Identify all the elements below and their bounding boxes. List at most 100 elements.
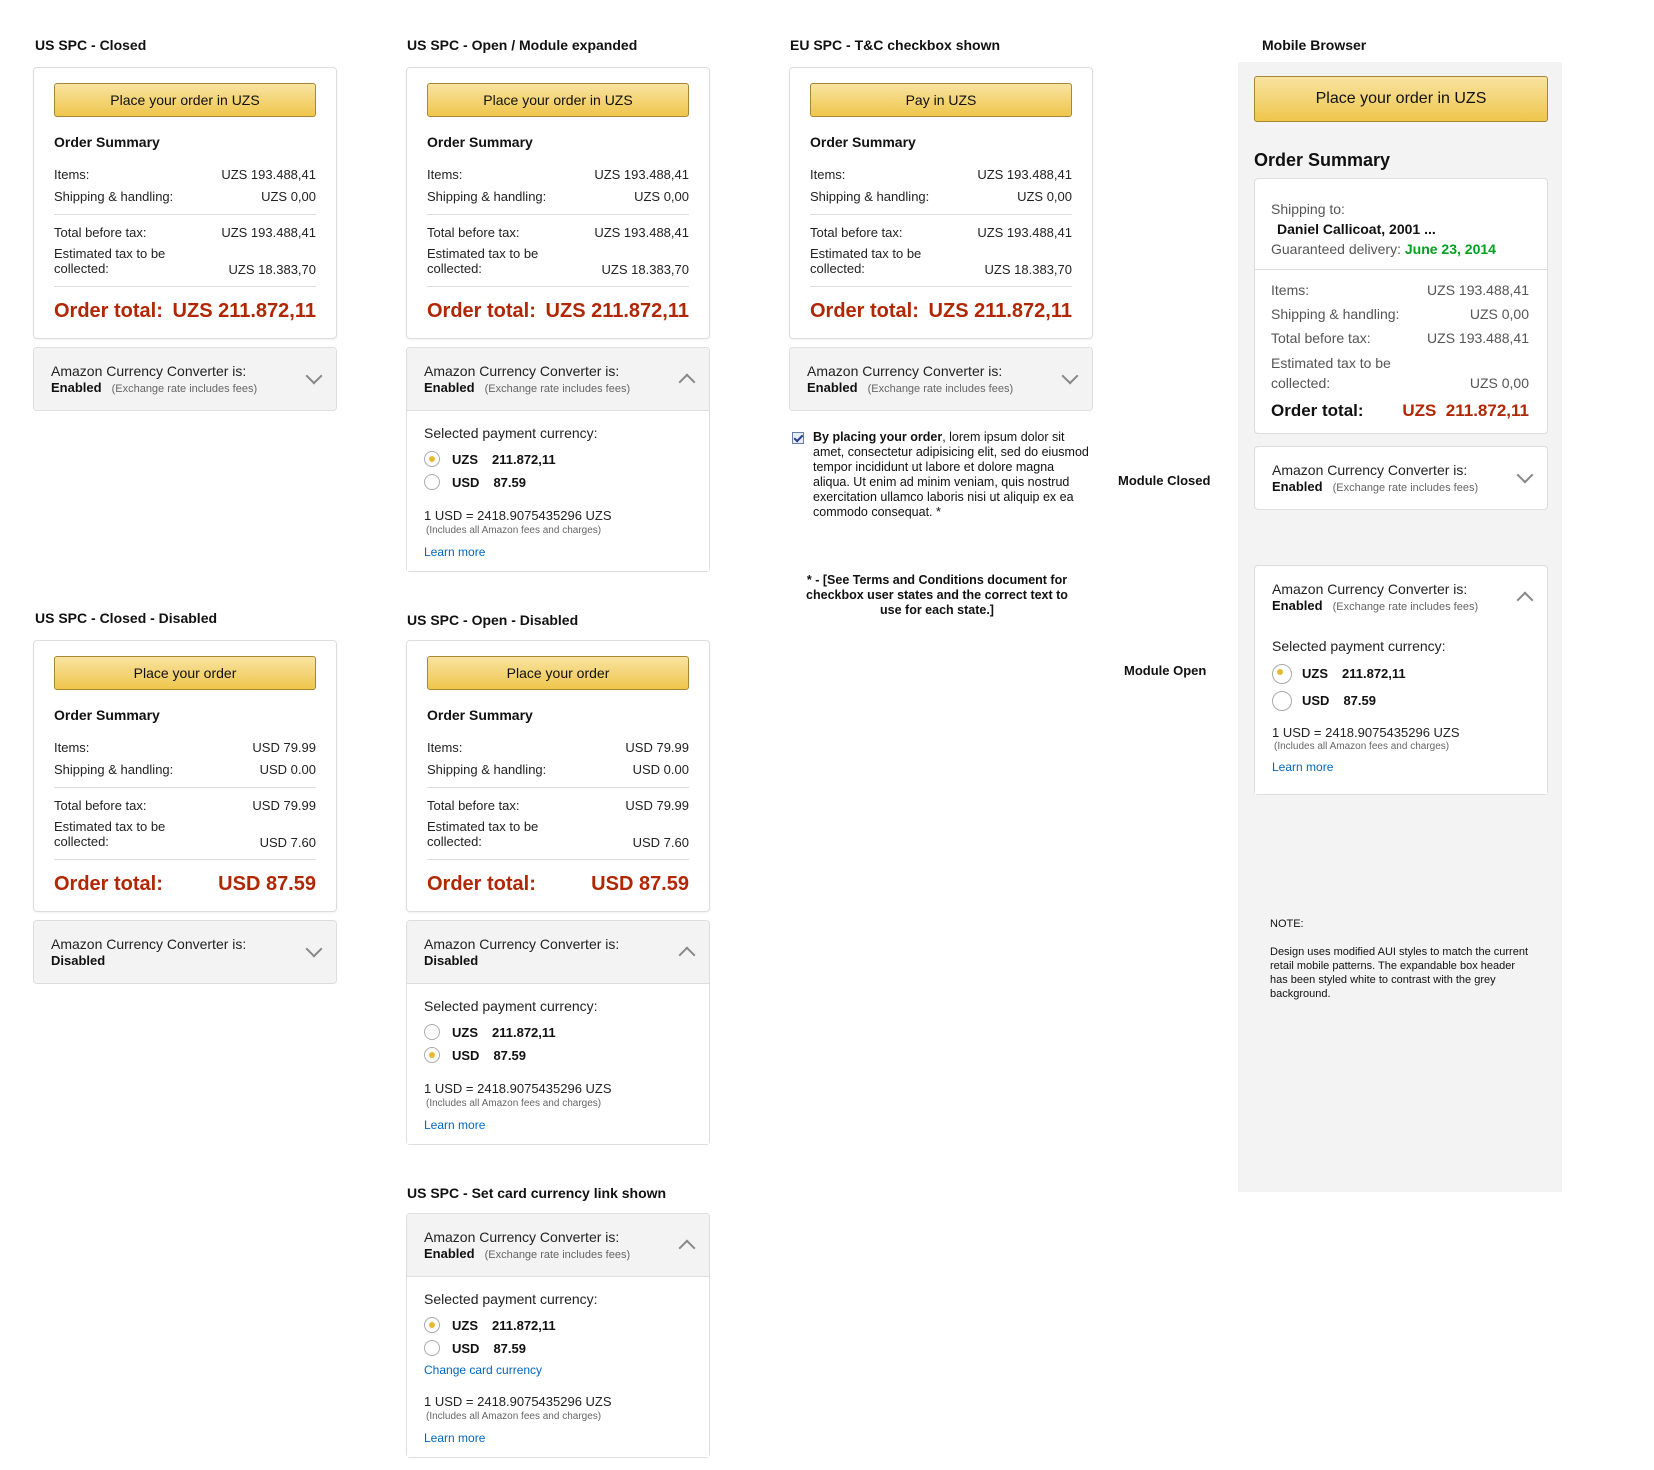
currency-converter-header[interactable]: Amazon Currency Converter is: Enabled (Ex…: [1255, 566, 1547, 628]
exchange-rate-note: (Includes all Amazon fees and charges): [426, 1411, 602, 1422]
items-row: Items: USD 79.99: [54, 740, 316, 755]
radio-uzs[interactable]: [1272, 664, 1292, 684]
currency-converter-header[interactable]: Amazon Currency Converter is: Enabled (Ex…: [34, 348, 336, 410]
learn-more-link[interactable]: Learn more: [424, 1118, 485, 1132]
option-usd[interactable]: USD 87.59: [1302, 693, 1376, 708]
converter-status: Disabled: [424, 953, 479, 968]
converter-label: Amazon Currency Converter is:: [1272, 581, 1468, 597]
radio-usd[interactable]: [1272, 691, 1292, 711]
change-card-currency-link[interactable]: Change card currency: [424, 1363, 542, 1377]
divider: [54, 286, 316, 287]
currency-converter-module: Amazon Currency Converter is: Enabled (Ex…: [406, 1213, 710, 1458]
delivery-row: Guaranteed delivery: June 23, 2014: [1271, 241, 1496, 257]
currency-converter-module: Amazon Currency Converter is: Enabled (Ex…: [789, 347, 1093, 411]
order-summary-title: Order Summary: [427, 134, 533, 150]
shipping-row: Shipping & handling: UZS 0,00: [1271, 306, 1529, 322]
radio-usd[interactable]: [424, 1047, 440, 1063]
currency-converter-body: Selected payment currency: UZS 211.872,11…: [407, 984, 709, 1144]
tax-row: Estimated tax to be collected: USD 7.60: [427, 819, 689, 850]
currency-converter-module: Amazon Currency Converter is: Enabled (Ex…: [33, 347, 337, 411]
order-summary-title: Order Summary: [1254, 150, 1391, 170]
option-uzs[interactable]: UZS 211.872,11: [452, 1025, 556, 1040]
items-row: Items: UZS 193.488,41: [810, 167, 1072, 182]
converter-status: Enabled (Exchange rate includes fees): [424, 1246, 631, 1261]
currency-converter-header[interactable]: Amazon Currency Converter is: Enabled (Ex…: [407, 348, 709, 411]
order-summary-card: Place your order in UZS Order Summary It…: [406, 67, 710, 339]
divider: [54, 859, 316, 860]
option-usd[interactable]: USD 87.59: [452, 475, 526, 490]
currency-converter-header[interactable]: Amazon Currency Converter is: Enabled (Ex…: [790, 348, 1092, 410]
chevron-up-icon[interactable]: [678, 946, 696, 964]
section-title-us-closed-disabled: US SPC - Closed - Disabled: [35, 610, 218, 626]
radio-uzs[interactable]: [424, 451, 440, 467]
converter-label: Amazon Currency Converter is:: [424, 936, 620, 952]
order-summary-title: Order Summary: [427, 707, 533, 723]
pay-button[interactable]: Pay in UZS: [810, 83, 1072, 117]
items-row: Items: UZS 193.488,41: [427, 167, 689, 182]
radio-usd[interactable]: [424, 1340, 440, 1356]
place-order-button[interactable]: Place your order in UZS: [1254, 76, 1548, 122]
shipping-row: Shipping & handling: USD 0.00: [54, 762, 316, 777]
chevron-down-icon[interactable]: [305, 940, 323, 958]
option-uzs[interactable]: UZS 211.872,11: [452, 452, 556, 467]
selected-currency-label: Selected payment currency:: [1272, 638, 1446, 654]
tax-row: Estimated tax to be collected: UZS 0,00: [1271, 355, 1529, 391]
exchange-rate-note: (Includes all Amazon fees and charges): [426, 1098, 602, 1109]
order-summary-card: Place your order in UZS Order Summary It…: [33, 67, 337, 339]
terms-checkbox[interactable]: [792, 432, 804, 444]
section-title-mobile: Mobile Browser: [1262, 37, 1367, 53]
order-total-row: Order total: UZS 211.872,11: [810, 300, 1072, 322]
divider: [427, 859, 689, 860]
chevron-down-icon[interactable]: [1061, 367, 1079, 385]
before-tax-row: Total before tax: UZS 193.488,41: [810, 225, 1072, 240]
option-uzs[interactable]: UZS 211.872,11: [452, 1318, 556, 1333]
place-order-button[interactable]: Place your order in UZS: [427, 83, 689, 117]
divider: [427, 286, 689, 287]
converter-status: Enabled (Exchange rate includes fees): [1272, 479, 1479, 494]
order-summary-card: Place your order Order Summary Items: USD…: [406, 640, 710, 912]
currency-converter-header[interactable]: Amazon Currency Converter is: Enabled (Ex…: [407, 1214, 709, 1277]
place-order-button[interactable]: Place your order in UZS: [54, 83, 316, 117]
chevron-up-icon[interactable]: [678, 1239, 696, 1257]
order-total-row: Order total: UZS 211.872,11: [427, 300, 689, 322]
currency-converter-body: Selected payment currency: UZS 211.872,11…: [407, 411, 709, 571]
before-tax-row: Total before tax: USD 79.99: [427, 798, 689, 813]
section-title-us-open: US SPC - Open / Module expanded: [407, 37, 638, 53]
section-title-us-closed: US SPC - Closed: [35, 37, 147, 53]
learn-more-link[interactable]: Learn more: [424, 1431, 485, 1445]
chevron-down-icon[interactable]: [305, 367, 323, 385]
currency-converter-module: Amazon Currency Converter is: Enabled (Ex…: [406, 347, 710, 572]
exchange-rate: 1 USD = 2418.9075435296 UZS: [424, 1081, 612, 1096]
note-text: Design uses modified AUI styles to match…: [1270, 946, 1529, 1000]
before-tax-row: Total before tax: USD 79.99: [54, 798, 316, 813]
converter-label: Amazon Currency Converter is:: [51, 363, 247, 379]
currency-converter-module: Amazon Currency Converter is: Disabled: [33, 920, 337, 984]
radio-usd[interactable]: [424, 474, 440, 490]
learn-more-link[interactable]: Learn more: [1272, 760, 1333, 774]
exchange-rate: 1 USD = 2418.9075435296 UZS: [424, 1394, 612, 1409]
converter-label: Amazon Currency Converter is:: [807, 363, 1003, 379]
place-order-button[interactable]: Place your order: [427, 656, 689, 690]
exchange-rate: 1 USD = 2418.9075435296 UZS: [424, 508, 612, 523]
converter-label: Amazon Currency Converter is:: [1272, 462, 1468, 478]
section-title-eu-tc: EU SPC - T&C checkbox shown: [790, 37, 1001, 53]
learn-more-link[interactable]: Learn more: [424, 545, 485, 559]
currency-converter-header[interactable]: Amazon Currency Converter is: Disabled: [34, 921, 336, 983]
option-usd[interactable]: USD 87.59: [452, 1048, 526, 1063]
items-row: Items: USD 79.99: [427, 740, 689, 755]
radio-uzs[interactable]: [424, 1317, 440, 1333]
option-usd[interactable]: USD 87.59: [452, 1341, 526, 1356]
chevron-down-icon[interactable]: [1516, 466, 1534, 484]
option-uzs[interactable]: UZS 211.872,11: [1302, 666, 1406, 681]
tax-row: Estimated tax to be collected: UZS 18.383,…: [427, 246, 689, 277]
chevron-up-icon[interactable]: [1516, 591, 1534, 609]
divider: [54, 787, 316, 788]
tax-row: Estimated tax to be collected: USD 7.60: [54, 819, 316, 850]
currency-converter-header[interactable]: Amazon Currency Converter is: Enabled (Ex…: [1255, 447, 1547, 509]
selected-currency-label: Selected payment currency:: [424, 1291, 598, 1307]
radio-uzs[interactable]: [424, 1024, 440, 1040]
place-order-button[interactable]: Place your order: [54, 656, 316, 690]
mobile-order-card: Shipping to: Daniel Callicoat, 2001 ... …: [1254, 178, 1548, 434]
chevron-up-icon[interactable]: [678, 373, 696, 391]
currency-converter-header[interactable]: Amazon Currency Converter is: Disabled: [407, 921, 709, 984]
